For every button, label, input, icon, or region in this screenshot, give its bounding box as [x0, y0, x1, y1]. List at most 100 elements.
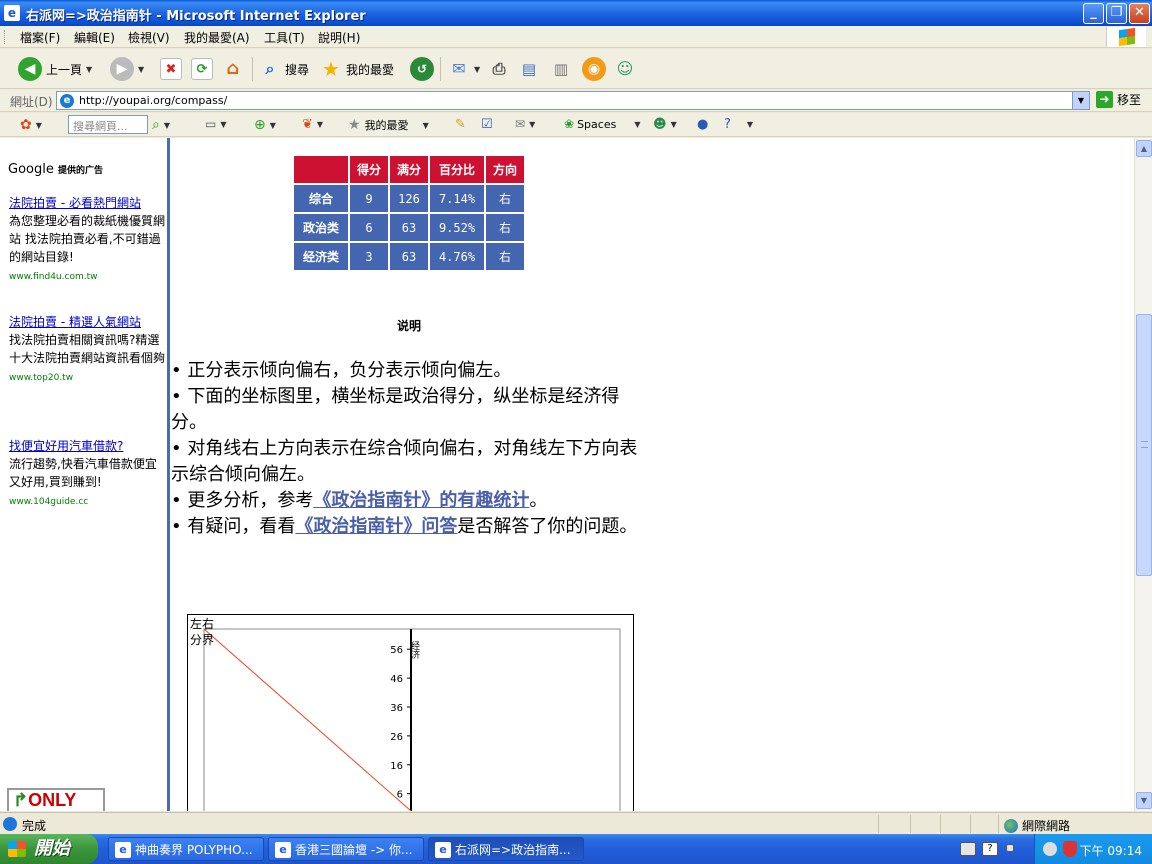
status-divider: [998, 815, 999, 833]
explain-line: 正分表示倾向偏右，负分表示倾向偏左。: [187, 360, 512, 381]
taskbar-item[interactable]: e 香港三國論壇 -> 你...: [268, 837, 424, 861]
help-toolbar-button[interactable]: ? ▼: [724, 117, 753, 132]
close-button[interactable]: ✕: [1129, 3, 1150, 24]
taskbar-item-active[interactable]: e 右派网=>政治指南...: [428, 837, 584, 861]
corner-label: 左右: [190, 617, 215, 631]
address-dropdown-icon[interactable]: ▼: [1072, 92, 1089, 109]
history-button[interactable]: ↺: [410, 56, 434, 82]
task-label: 香港三國論壇 -> 你...: [295, 843, 413, 857]
ad-link[interactable]: 法院拍賣 - 必看熱門網站: [9, 196, 141, 210]
web-search-input[interactable]: 搜尋網頁...: [68, 115, 148, 134]
buddy-button[interactable]: ☻ ▼: [653, 117, 677, 132]
address-url[interactable]: http://youpai.org/compass/: [79, 94, 227, 107]
ad-url[interactable]: www.find4u.com.tw: [9, 272, 97, 282]
table-header-cell: [294, 156, 348, 183]
search-dropdown-icon[interactable]: ▼: [164, 121, 170, 130]
menu-help[interactable]: 說明(H): [318, 29, 360, 46]
info-button[interactable]: ●: [697, 117, 708, 132]
back-arrow-icon: ◀: [18, 57, 42, 81]
security-zone[interactable]: 網際網路: [1004, 817, 1070, 834]
ad-url[interactable]: www.104guide.cc: [9, 497, 88, 507]
discuss-button[interactable]: ▥: [550, 56, 572, 82]
explain-line: 对角线右上方向表示在综合倾向偏右，对角线左下方向表示综合倾向偏左。: [171, 438, 638, 485]
restore-button[interactable]: ❐: [1106, 3, 1127, 24]
table-cell: 126: [390, 185, 428, 212]
mail-toolbar-button[interactable]: ✉ ▼: [515, 117, 535, 131]
scroll-down-button[interactable]: ▼: [1136, 792, 1152, 809]
y-tick-label: 16: [390, 761, 403, 772]
go-button[interactable]: ➜ 移至: [1096, 91, 1141, 108]
home-button[interactable]: ⌂: [222, 56, 244, 82]
spaces-dropdown-icon[interactable]: ▼: [634, 120, 640, 129]
stop-button[interactable]: ✖: [160, 56, 182, 82]
mail-toolbar-dropdown-icon[interactable]: ▼: [529, 120, 535, 129]
compass-chart-svg: 56463626166经济: [203, 628, 621, 811]
add-dropdown-icon[interactable]: ▼: [270, 121, 276, 130]
faq-link[interactable]: 《政治指南针》问答: [295, 516, 457, 537]
vertical-scrollbar[interactable]: ▲ ▼: [1134, 138, 1152, 811]
refresh-button[interactable]: ⟳: [191, 56, 213, 82]
window-dropdown-icon[interactable]: ▼: [220, 120, 226, 129]
add-button[interactable]: ⊕ ▼: [254, 117, 276, 133]
spaces-button[interactable]: ❀ Spaces ▼: [564, 117, 640, 131]
forward-dropdown-icon[interactable]: ▼: [138, 65, 144, 74]
keyboard-icon[interactable]: [960, 842, 976, 856]
network-tray-icon[interactable]: [1043, 842, 1057, 856]
page-content[interactable]: Google 提供的广告 法院拍賣 - 必看熱門網站 為您整理必看的裁紙機優質網…: [0, 138, 1134, 811]
menu-edit[interactable]: 編輯(E): [74, 29, 115, 46]
notepad-button[interactable]: ☑: [481, 117, 493, 132]
back-dropdown-icon[interactable]: ▼: [86, 65, 92, 74]
pencil-button[interactable]: ✎: [455, 117, 466, 132]
menu-favorites[interactable]: 我的最愛(A): [184, 29, 250, 46]
msn-dropdown-icon[interactable]: ▼: [36, 121, 42, 130]
msn-button[interactable]: ✿ ▼: [20, 117, 42, 133]
buddy-dropdown-icon[interactable]: ▼: [671, 120, 677, 129]
stats-link[interactable]: 《政治指南针》的有趣统计: [313, 490, 529, 511]
title-bar[interactable]: e 右派网=>政治指南针 - Microsoft Internet Explor…: [0, 0, 1152, 26]
research-button[interactable]: ◉: [582, 56, 606, 82]
ime-icon[interactable]: [1006, 844, 1014, 852]
forward-button[interactable]: ▶ ▼: [110, 56, 144, 82]
search-button[interactable]: ⌕ 搜尋: [259, 56, 310, 82]
list-item: • 有疑问，看看《政治指南针》问答是否解答了你的问题。: [171, 516, 638, 537]
news-dropdown-icon[interactable]: ▼: [317, 120, 323, 129]
status-divider: [878, 815, 879, 833]
favorites-button[interactable]: ★ 我的最愛: [320, 56, 394, 82]
messenger-button[interactable]: ☺: [614, 56, 636, 82]
address-input[interactable]: e http://youpai.org/compass/ ▼: [56, 91, 1090, 110]
search-favorites-button[interactable]: ★ 我的最愛 ▼: [348, 117, 429, 133]
msn-news-button[interactable]: ❦ ▼: [302, 117, 323, 132]
language-help-icon[interactable]: ?: [982, 842, 998, 856]
menu-file[interactable]: 檔案(F): [20, 29, 60, 46]
star-icon: ★: [322, 57, 340, 81]
scroll-thumb[interactable]: [1136, 314, 1152, 576]
buddy-icon: ☻: [653, 117, 667, 132]
edit-button[interactable]: ▤: [518, 56, 540, 82]
only-logo[interactable]: ↱ONLY: [7, 788, 105, 811]
task-label: 神曲奏界 POLYPHO...: [135, 843, 253, 857]
ad-link[interactable]: 找便宜好用汽車借款?: [9, 439, 123, 453]
scroll-up-button[interactable]: ▲: [1136, 140, 1152, 157]
search-go-button[interactable]: ⌕ ▼: [152, 117, 170, 133]
security-shield-icon[interactable]: [1063, 841, 1077, 857]
status-bar: 完成 網際網路: [0, 812, 1152, 834]
taskbar-item[interactable]: e 神曲奏界 POLYPHO...: [108, 837, 264, 861]
highlight-button[interactable]: ▭ ▼: [205, 117, 227, 131]
print-button[interactable]: ⎙: [488, 56, 510, 82]
help-dropdown-icon[interactable]: ▼: [747, 120, 753, 129]
minimize-button[interactable]: _: [1083, 3, 1104, 24]
y-axis-label: 经济: [409, 640, 420, 659]
toolbar-grip[interactable]: [4, 30, 7, 44]
ad-link[interactable]: 法院拍賣 - 精選人氣網站: [9, 315, 141, 329]
google-ads-header: Google 提供的广告: [8, 162, 103, 177]
start-button[interactable]: 開始: [0, 834, 98, 864]
mail-button[interactable]: ✉ ▼: [448, 56, 480, 82]
favorites-dropdown-icon[interactable]: ▼: [423, 121, 429, 130]
ad-url[interactable]: www.top20.tw: [9, 373, 73, 383]
page-status-icon: [3, 817, 17, 831]
mail-dropdown-icon[interactable]: ▼: [474, 65, 480, 74]
back-button[interactable]: ◀ 上一頁 ▼: [18, 56, 92, 82]
menu-tools[interactable]: 工具(T): [264, 29, 305, 46]
spaces-label: Spaces: [577, 117, 617, 131]
menu-view[interactable]: 檢視(V): [128, 29, 170, 46]
